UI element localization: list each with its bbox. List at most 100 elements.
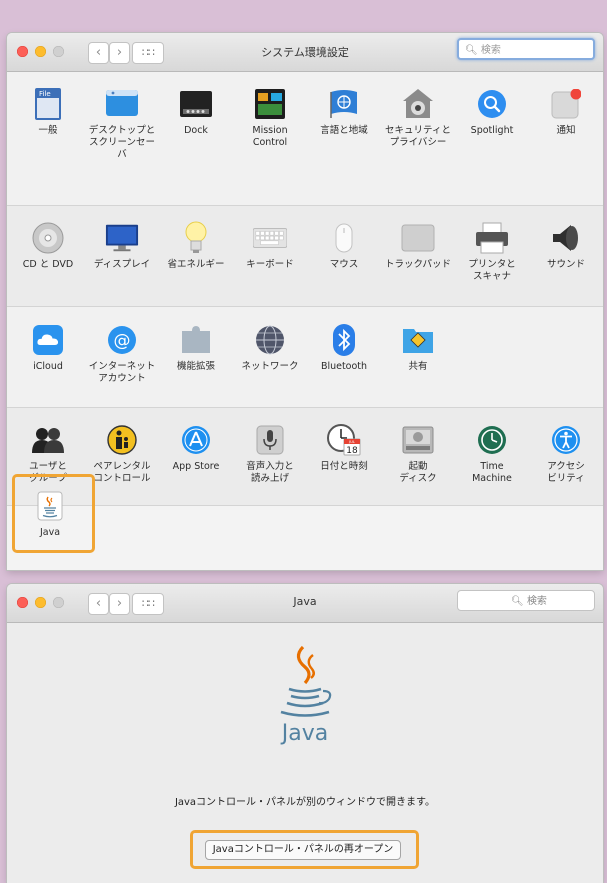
pane-label: プリンタと スキャナ <box>468 259 516 282</box>
language-region-icon <box>327 87 361 121</box>
pane-printers-scanners[interactable]: プリンタと スキャナ <box>455 221 529 283</box>
mouse-icon <box>327 221 361 255</box>
svg-text:@: @ <box>114 331 131 351</box>
icloud-icon <box>31 323 65 357</box>
date-time-icon: JUL 18 <box>327 423 361 457</box>
pane-parental-controls[interactable]: ペアレンタル コントロール <box>85 423 159 485</box>
java-logo: Java <box>267 645 343 746</box>
pane-network[interactable]: ネットワーク <box>233 323 307 373</box>
parental-controls-icon <box>105 423 139 457</box>
pane-mouse[interactable]: マウス <box>307 221 381 271</box>
pane-date-time[interactable]: JUL 18 日付と時刻 <box>307 423 381 473</box>
java-icon <box>33 489 67 523</box>
dictation-icon <box>253 423 287 457</box>
pane-cd-dvd[interactable]: CD と DVD <box>11 221 85 271</box>
pane-label: Spotlight <box>470 125 514 136</box>
pane-desktop-screensaver[interactable]: デスクトップと スクリーンセーバ <box>85 87 159 161</box>
pane-label: 音声入力と 読み上げ <box>246 461 294 484</box>
pane-security-privacy[interactable]: セキュリティと プライバシー <box>381 87 455 149</box>
pane-label: Dock <box>184 125 208 136</box>
sharing-icon <box>401 323 435 357</box>
reopen-control-panel-button[interactable]: Javaコントロール・パネルの再オープン <box>205 840 401 860</box>
pane-label: Time Machine <box>472 461 512 484</box>
pane-label: ディスプレイ <box>93 259 151 270</box>
pane-bluetooth[interactable]: Bluetooth <box>307 323 381 373</box>
java-pane-content: Java Javaコントロール・パネルが別のウィンドウで開きます。 Javaコン… <box>7 623 603 883</box>
energy-saver-icon <box>179 221 213 255</box>
pane-notifications[interactable]: 通知 <box>529 87 603 137</box>
time-machine-icon <box>475 423 509 457</box>
display-icon <box>105 221 139 255</box>
pane-label: 言語と地域 <box>320 125 368 136</box>
pane-label: 起動 ディスク <box>399 461 437 484</box>
startup-disk-icon <box>401 423 435 457</box>
info-message: Javaコントロール・パネルが別のウィンドウで開きます。 <box>174 797 436 808</box>
search-field[interactable]: 🔍︎ 検索 <box>457 590 595 611</box>
sound-icon <box>549 221 583 255</box>
other-section <box>7 506 603 570</box>
cd-dvd-icon <box>31 221 65 255</box>
pane-label: セキュリティと プライバシー <box>385 125 451 148</box>
pane-java[interactable]: Java <box>13 489 87 539</box>
security-icon <box>401 87 435 121</box>
pane-icloud[interactable]: iCloud <box>11 323 85 373</box>
trackpad-icon <box>401 221 435 255</box>
keyboard-icon <box>253 221 287 255</box>
pane-label: Mission Control <box>252 125 288 148</box>
search-placeholder: 検索 <box>526 596 547 607</box>
pane-label: 省エネルギー <box>167 259 225 270</box>
pane-general[interactable]: File 一般 <box>11 87 85 137</box>
pane-label: CD と DVD <box>22 259 74 270</box>
desktop-icon <box>105 87 139 121</box>
pane-time-machine[interactable]: Time Machine <box>455 423 529 485</box>
pane-label: 一般 <box>38 125 58 136</box>
internet-accounts-icon: @ <box>105 323 139 357</box>
pane-label: 日付と時刻 <box>320 461 368 472</box>
general-icon: File <box>31 87 65 121</box>
pane-displays[interactable]: ディスプレイ <box>85 221 159 271</box>
app-store-icon <box>179 423 213 457</box>
printer-icon <box>475 221 509 255</box>
svg-text:File: File <box>39 90 51 98</box>
pane-label: App Store <box>172 461 220 472</box>
pane-trackpad[interactable]: トラックパッド <box>381 221 455 271</box>
pane-dock[interactable]: Dock <box>159 87 233 137</box>
mission-control-icon <box>253 87 287 121</box>
users-groups-icon <box>31 423 65 457</box>
pane-app-store[interactable]: App Store <box>159 423 233 473</box>
pane-label: Bluetooth <box>320 361 368 372</box>
dock-icon <box>179 87 213 121</box>
java-wordmark: Java <box>281 721 329 746</box>
pane-startup-disk[interactable]: 起動 ディスク <box>381 423 455 485</box>
pane-energy-saver[interactable]: 省エネルギー <box>159 221 233 271</box>
pane-label: 機能拡張 <box>176 361 215 372</box>
calendar-month: JUL <box>348 439 356 444</box>
pane-dictation-speech[interactable]: 音声入力と 読み上げ <box>233 423 307 485</box>
pane-label: トラックパッド <box>384 259 452 270</box>
search-field[interactable]: 🔍︎ 検索 <box>457 38 595 60</box>
pane-label: 通知 <box>556 125 576 136</box>
pane-label: サウンド <box>546 259 585 270</box>
pane-internet-accounts[interactable]: @ インターネット アカウント <box>85 323 159 385</box>
pane-label: iCloud <box>33 361 63 372</box>
title-bar: ‹ › ∷∷ システム環境設定 🔍︎ 検索 <box>7 33 603 72</box>
search-icon: 🔍︎ <box>465 45 478 56</box>
pane-extensions[interactable]: 機能拡張 <box>159 323 233 373</box>
pane-mission-control[interactable]: Mission Control <box>233 87 307 149</box>
pane-label: 共有 <box>408 361 428 372</box>
pane-label: Java <box>39 527 61 538</box>
title-bar: ‹ › ∷∷ Java 🔍︎ 検索 <box>7 584 603 623</box>
pane-sharing[interactable]: 共有 <box>381 323 455 373</box>
pane-label: キーボード <box>246 259 294 270</box>
pane-language-region[interactable]: 言語と地域 <box>307 87 381 137</box>
pane-spotlight[interactable]: Spotlight <box>455 87 529 137</box>
pane-sound[interactable]: サウンド <box>529 221 603 271</box>
search-icon: 🔍︎ <box>511 596 524 607</box>
pane-label: マウス <box>329 259 359 270</box>
pane-keyboard[interactable]: キーボード <box>233 221 307 271</box>
pane-label: デスクトップと スクリーンセーバ <box>88 125 156 160</box>
search-placeholder: 検索 <box>480 45 501 56</box>
network-icon <box>253 323 287 357</box>
pane-label: ペアレンタル コントロール <box>93 461 151 484</box>
pane-accessibility[interactable]: アクセシ ビリティ <box>529 423 603 485</box>
